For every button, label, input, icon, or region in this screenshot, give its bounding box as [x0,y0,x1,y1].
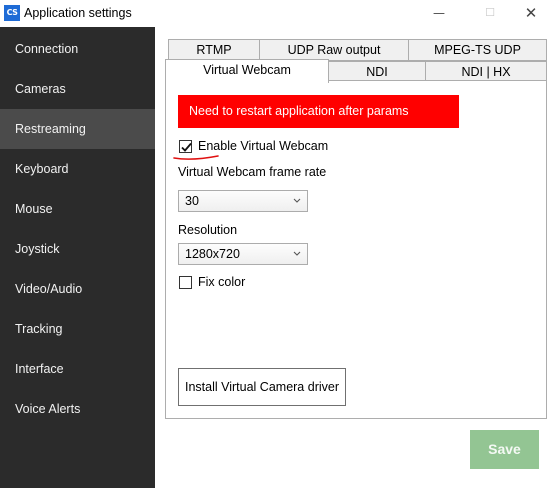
fix-color-label: Fix color [198,275,246,289]
annotation-underline [173,155,219,160]
maximize-button[interactable]: ☐ [475,2,505,24]
enable-virtual-webcam-checkbox[interactable] [179,140,192,153]
save-button[interactable]: Save [470,430,539,469]
tab-rtmp[interactable]: RTMP [168,39,260,61]
sidebar-item-connection[interactable]: Connection [0,29,155,69]
install-virtual-camera-driver-button[interactable]: Install Virtual Camera driver [178,368,346,406]
resolution-label: Resolution [178,223,238,237]
checkmark-icon [181,142,192,152]
sidebar-item-cameras[interactable]: Cameras [0,69,155,109]
frame-rate-value: 30 [185,194,199,208]
frame-rate-label: Virtual Webcam frame rate [178,165,327,179]
sidebar-item-restreaming[interactable]: Restreaming [0,109,155,149]
sidebar-item-mouse[interactable]: Mouse [0,189,155,229]
frame-rate-select[interactable]: 30 [178,190,308,212]
chevron-down-icon [293,251,301,256]
minimize-button[interactable]: — [424,2,454,24]
settings-sidebar: Connection Cameras Restreaming Keyboard … [0,27,155,488]
app-logo-icon: CS [4,5,20,21]
sidebar-item-tracking[interactable]: Tracking [0,309,155,349]
restart-warning-banner: Need to restart application after params… [178,95,459,151]
title-bar: CS Application settings — ☐ ✕ [0,0,556,27]
tab-mpeg-ts-udp[interactable]: MPEG-TS UDP [408,39,547,61]
enable-virtual-webcam-label: Enable Virtual Webcam [198,139,329,153]
resolution-value: 1280x720 [185,247,240,261]
sidebar-item-video-audio[interactable]: Video/Audio [0,269,155,309]
sidebar-item-joystick[interactable]: Joystick [0,229,155,269]
sidebar-item-interface[interactable]: Interface [0,349,155,389]
sidebar-item-keyboard[interactable]: Keyboard [0,149,155,189]
resolution-select[interactable]: 1280x720 [178,243,308,265]
tab-virtual-webcam[interactable]: Virtual Webcam [165,59,329,83]
fix-color-checkbox[interactable] [179,276,192,289]
sidebar-item-voice-alerts[interactable]: Voice Alerts [0,389,155,429]
tab-udp-raw-output[interactable]: UDP Raw output [259,39,409,61]
close-button[interactable]: ✕ [516,2,546,24]
window-title: Application settings [24,6,132,20]
chevron-down-icon [293,198,301,203]
